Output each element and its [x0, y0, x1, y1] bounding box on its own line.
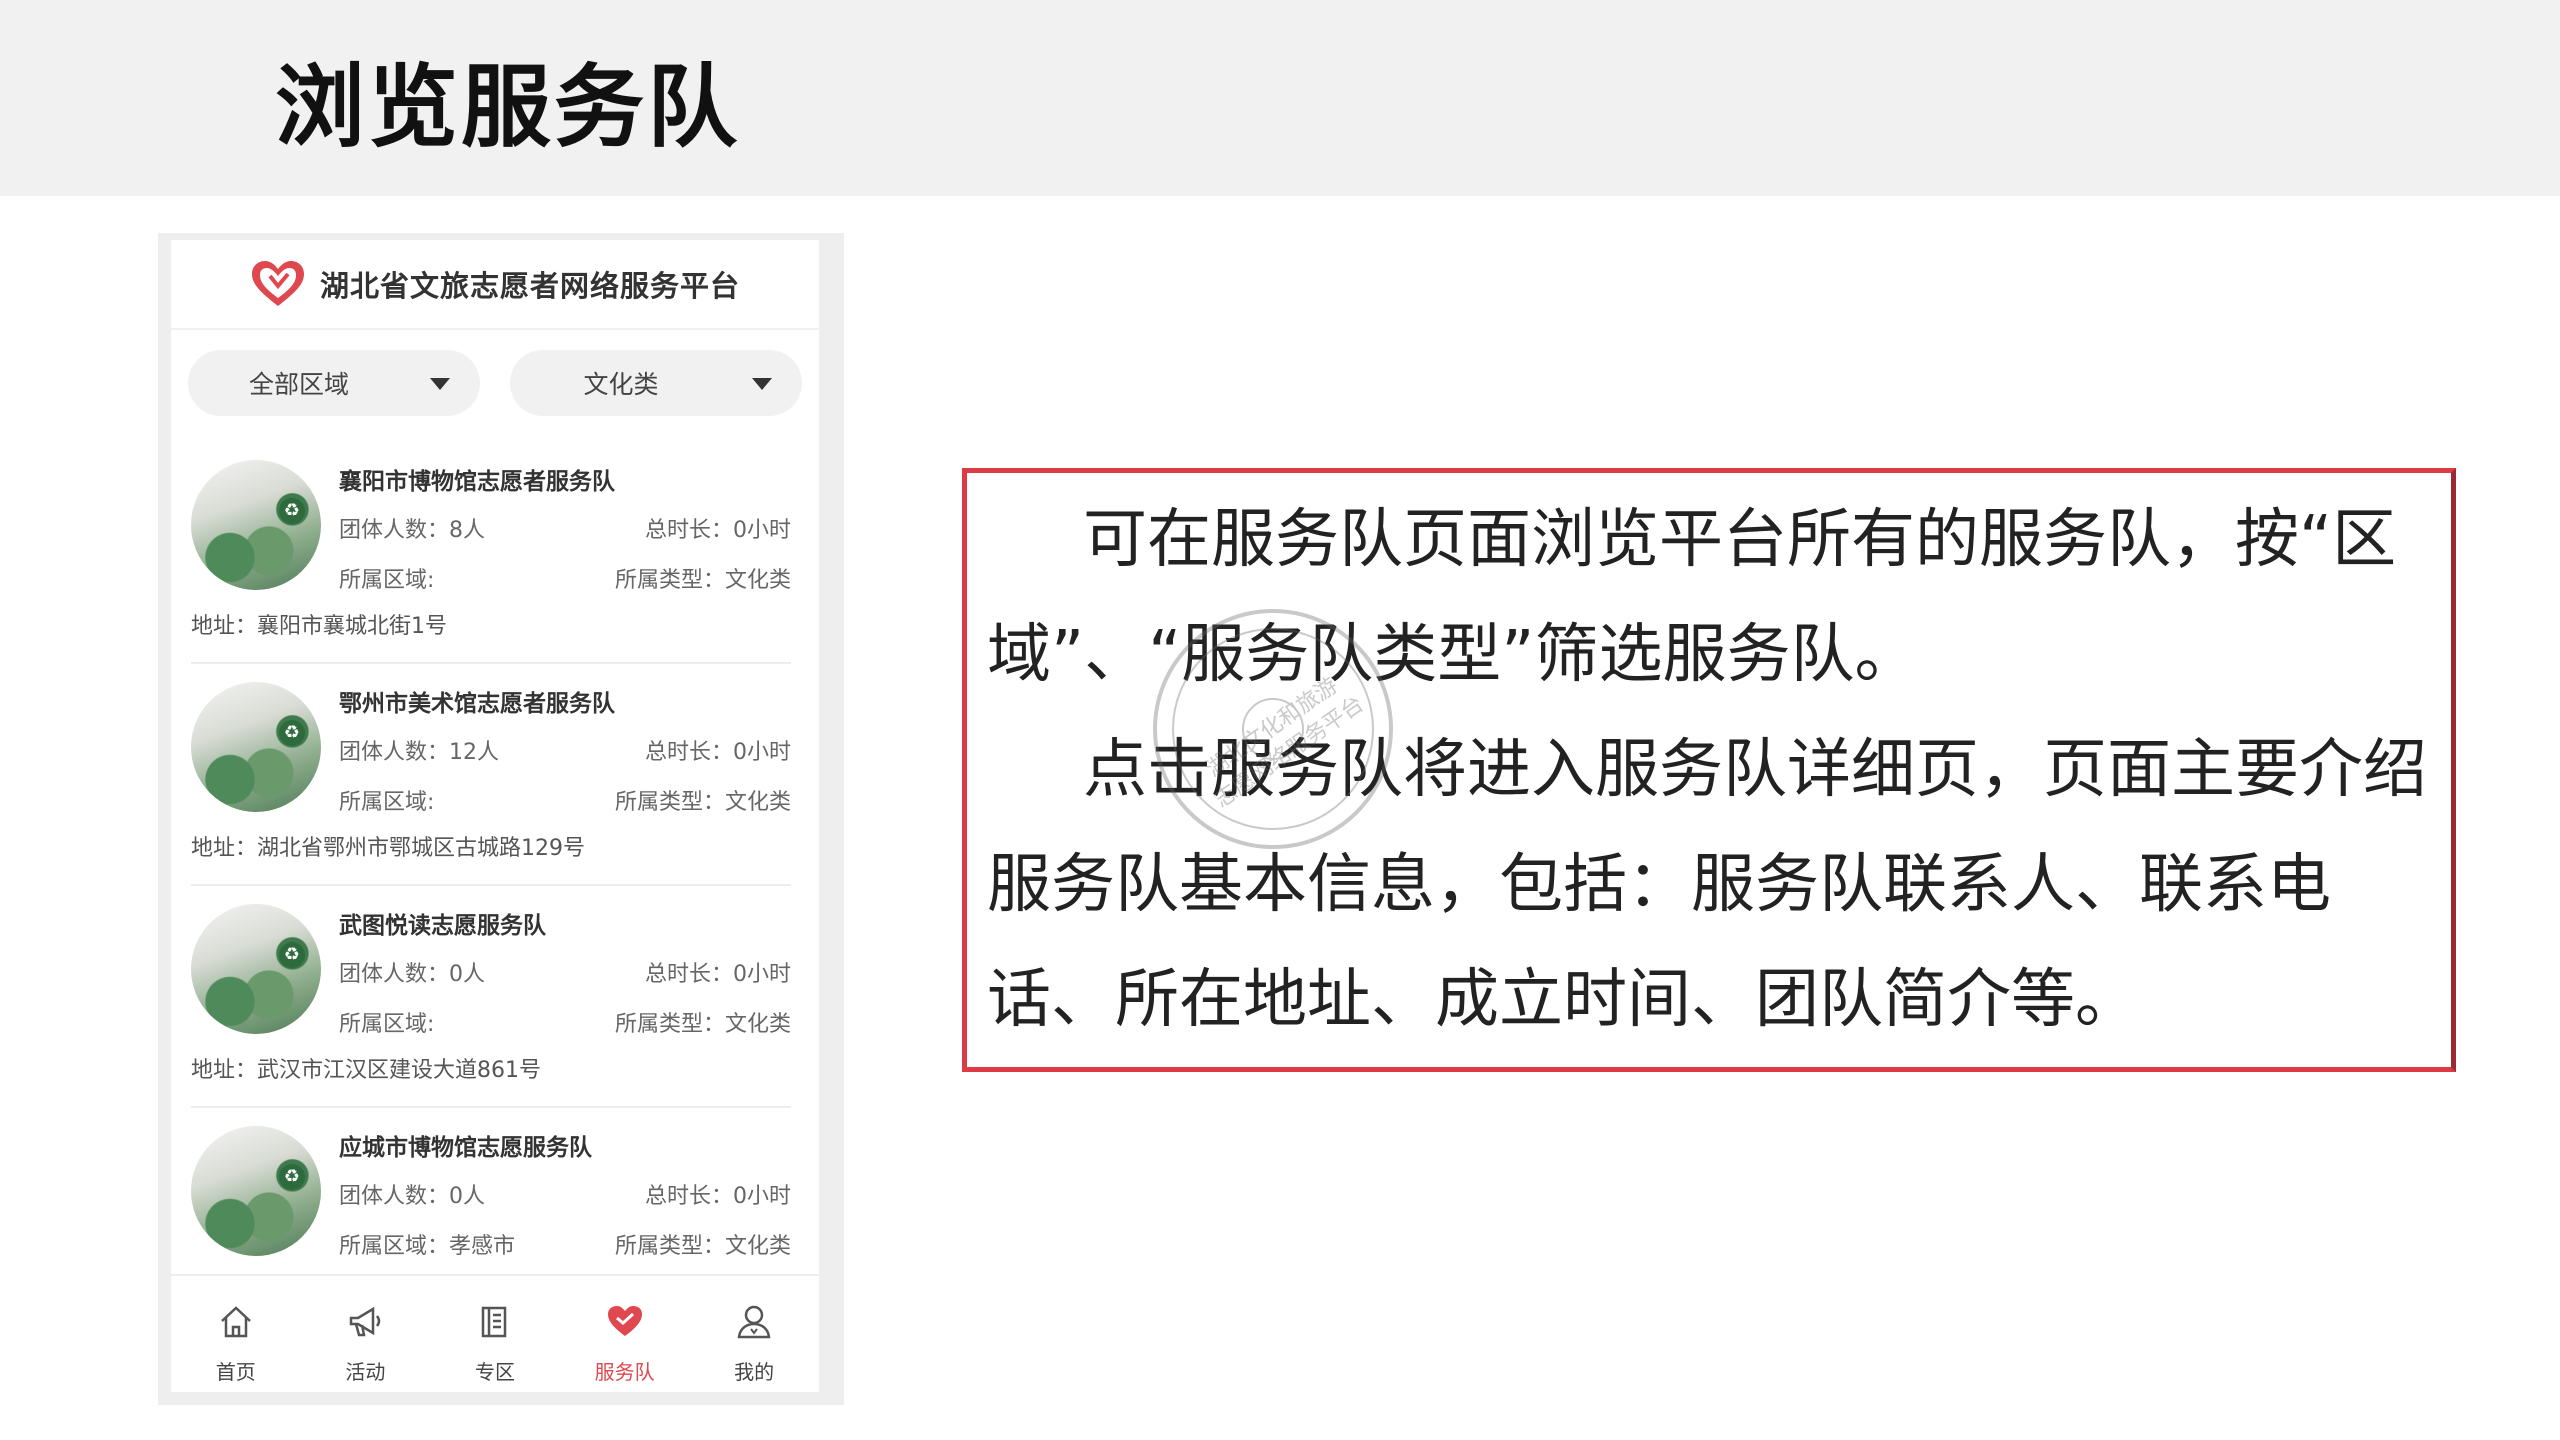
tab-activities[interactable]: 活动 [301, 1276, 431, 1392]
team-list-item[interactable]: ♻ 鄂州市美术馆志愿者服务队 团体人数：12人 总时长：0小时 所属区域: 所属… [191, 662, 791, 886]
tab-mine-label: 我的 [734, 1360, 775, 1384]
app-header: 湖北省文旅志愿者网络服务平台 [171, 240, 819, 330]
tab-home[interactable]: 首页 [171, 1276, 301, 1392]
tab-service-team-label: 服务队 [594, 1360, 655, 1384]
team-members: 团体人数：12人 [339, 740, 499, 765]
team-name: 应城市博物馆志愿服务队 [339, 1135, 592, 1161]
team-address: 地址：襄阳市襄城北街1号 [191, 614, 447, 639]
team-name: 武图悦读志愿服务队 [339, 913, 546, 939]
team-list-item[interactable]: ♻ 武图悦读志愿服务队 团体人数：0人 总时长：0小时 所属区域: 所属类型：文… [191, 884, 791, 1108]
recycle-icon: ♻ [279, 498, 305, 524]
watermark-seal: 湖北文化和旅游 志愿网络服务平台 [1153, 609, 1393, 849]
heart-logo-icon [251, 261, 304, 306]
team-region: 所属区域: [339, 790, 435, 815]
team-members: 团体人数：0人 [339, 1184, 485, 1209]
bottom-tab-bar: 首页 活动 专区 服务队 我的 [171, 1274, 819, 1392]
team-address: 地址：武汉市江汉区建设大道861号 [191, 1058, 541, 1083]
team-type: 所属类型：文化类 [614, 790, 791, 815]
tab-mine[interactable]: 我的 [689, 1276, 819, 1392]
team-list-item[interactable]: ♻ 襄阳市博物馆志愿者服务队 团体人数：8人 总时长：0小时 所属区域: 所属类… [191, 440, 791, 664]
team-members: 团体人数：8人 [339, 518, 485, 543]
phone-screen: 湖北省文旅志愿者网络服务平台 全部区域 文化类 ♻ 襄阳市博物馆志愿者服务队 团… [171, 240, 819, 1392]
region-filter-label: 全部区域 [248, 370, 349, 399]
team-hours: 总时长：0小时 [645, 1184, 791, 1209]
team-avatar: ♻ [191, 904, 321, 1034]
home-icon [220, 1306, 251, 1338]
page-title: 浏览服务队 [275, 55, 740, 160]
heart-handshake-icon [607, 1306, 642, 1336]
type-filter-dropdown[interactable]: 文化类 [510, 350, 802, 416]
team-avatar: ♻ [191, 460, 321, 590]
team-hours: 总时长：0小时 [645, 740, 791, 765]
recycle-icon: ♻ [279, 720, 305, 746]
team-type: 所属类型：文化类 [614, 1012, 791, 1037]
book-icon [481, 1306, 507, 1338]
recycle-icon: ♻ [279, 942, 305, 968]
caret-down-icon [752, 378, 772, 390]
team-type: 所属类型：文化类 [614, 568, 791, 593]
app-title: 湖北省文旅志愿者网络服务平台 [319, 269, 740, 303]
team-name: 襄阳市博物馆志愿者服务队 [339, 469, 615, 495]
type-filter-label: 文化类 [583, 370, 659, 399]
team-region: 所属区域: [339, 1012, 435, 1037]
team-name: 鄂州市美术馆志愿者服务队 [339, 691, 615, 717]
recycle-icon: ♻ [279, 1164, 305, 1190]
team-region: 所属区域: [339, 568, 435, 593]
team-hours: 总时长：0小时 [645, 962, 791, 987]
team-region: 所属区域：孝感市 [339, 1234, 516, 1259]
team-type: 所属类型：文化类 [614, 1234, 791, 1259]
tab-zone[interactable]: 专区 [430, 1276, 560, 1392]
team-avatar: ♻ [191, 682, 321, 812]
team-avatar: ♻ [191, 1126, 321, 1256]
tab-zone-label: 专区 [474, 1360, 515, 1384]
megaphone-icon [350, 1306, 381, 1337]
tab-service-team[interactable]: 服务队 [560, 1276, 690, 1392]
team-members: 团体人数：0人 [339, 962, 485, 987]
team-address: 地址：湖北省鄂州市鄂城区古城路129号 [191, 836, 585, 861]
region-filter-dropdown[interactable]: 全部区域 [188, 350, 480, 416]
user-icon [737, 1305, 771, 1339]
tab-activities-label: 活动 [345, 1360, 386, 1384]
team-hours: 总时长：0小时 [645, 518, 791, 543]
caret-down-icon [430, 378, 450, 390]
tab-home-label: 首页 [215, 1360, 256, 1384]
